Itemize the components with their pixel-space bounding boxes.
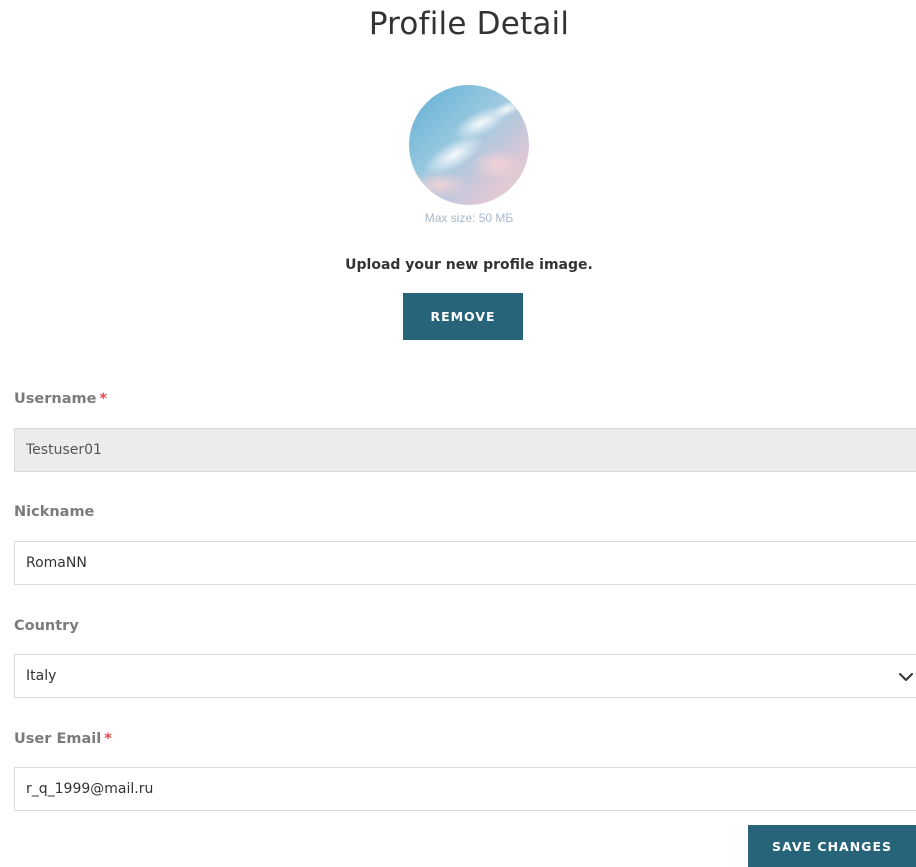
remove-image-button[interactable]: REMOVE bbox=[403, 293, 523, 340]
country-select[interactable]: Italy bbox=[14, 654, 916, 698]
page-title: Profile Detail bbox=[368, 6, 570, 42]
save-changes-button[interactable]: SAVE CHANGES bbox=[748, 825, 916, 867]
username-label: Username * bbox=[14, 391, 108, 407]
max-size-hint: Max size: 50 МБ bbox=[424, 211, 514, 225]
username-field[interactable] bbox=[14, 428, 916, 472]
email-field[interactable] bbox=[14, 767, 916, 811]
country-label: Country bbox=[14, 618, 79, 634]
nickname-label: Nickname bbox=[14, 504, 95, 520]
email-label: User Email * bbox=[14, 731, 112, 747]
chevron-down-icon bbox=[899, 673, 913, 681]
avatar[interactable] bbox=[409, 85, 529, 205]
required-marker: * bbox=[99, 391, 108, 407]
avatar-image bbox=[409, 85, 529, 205]
profile-detail-page: Profile Detail Max size: 50 МБ Upload yo… bbox=[0, 0, 916, 867]
required-marker: * bbox=[104, 731, 112, 747]
nickname-field[interactable] bbox=[14, 541, 916, 585]
country-selected-value: Italy bbox=[26, 668, 57, 684]
upload-instructions: Upload your new profile image. bbox=[345, 257, 593, 273]
